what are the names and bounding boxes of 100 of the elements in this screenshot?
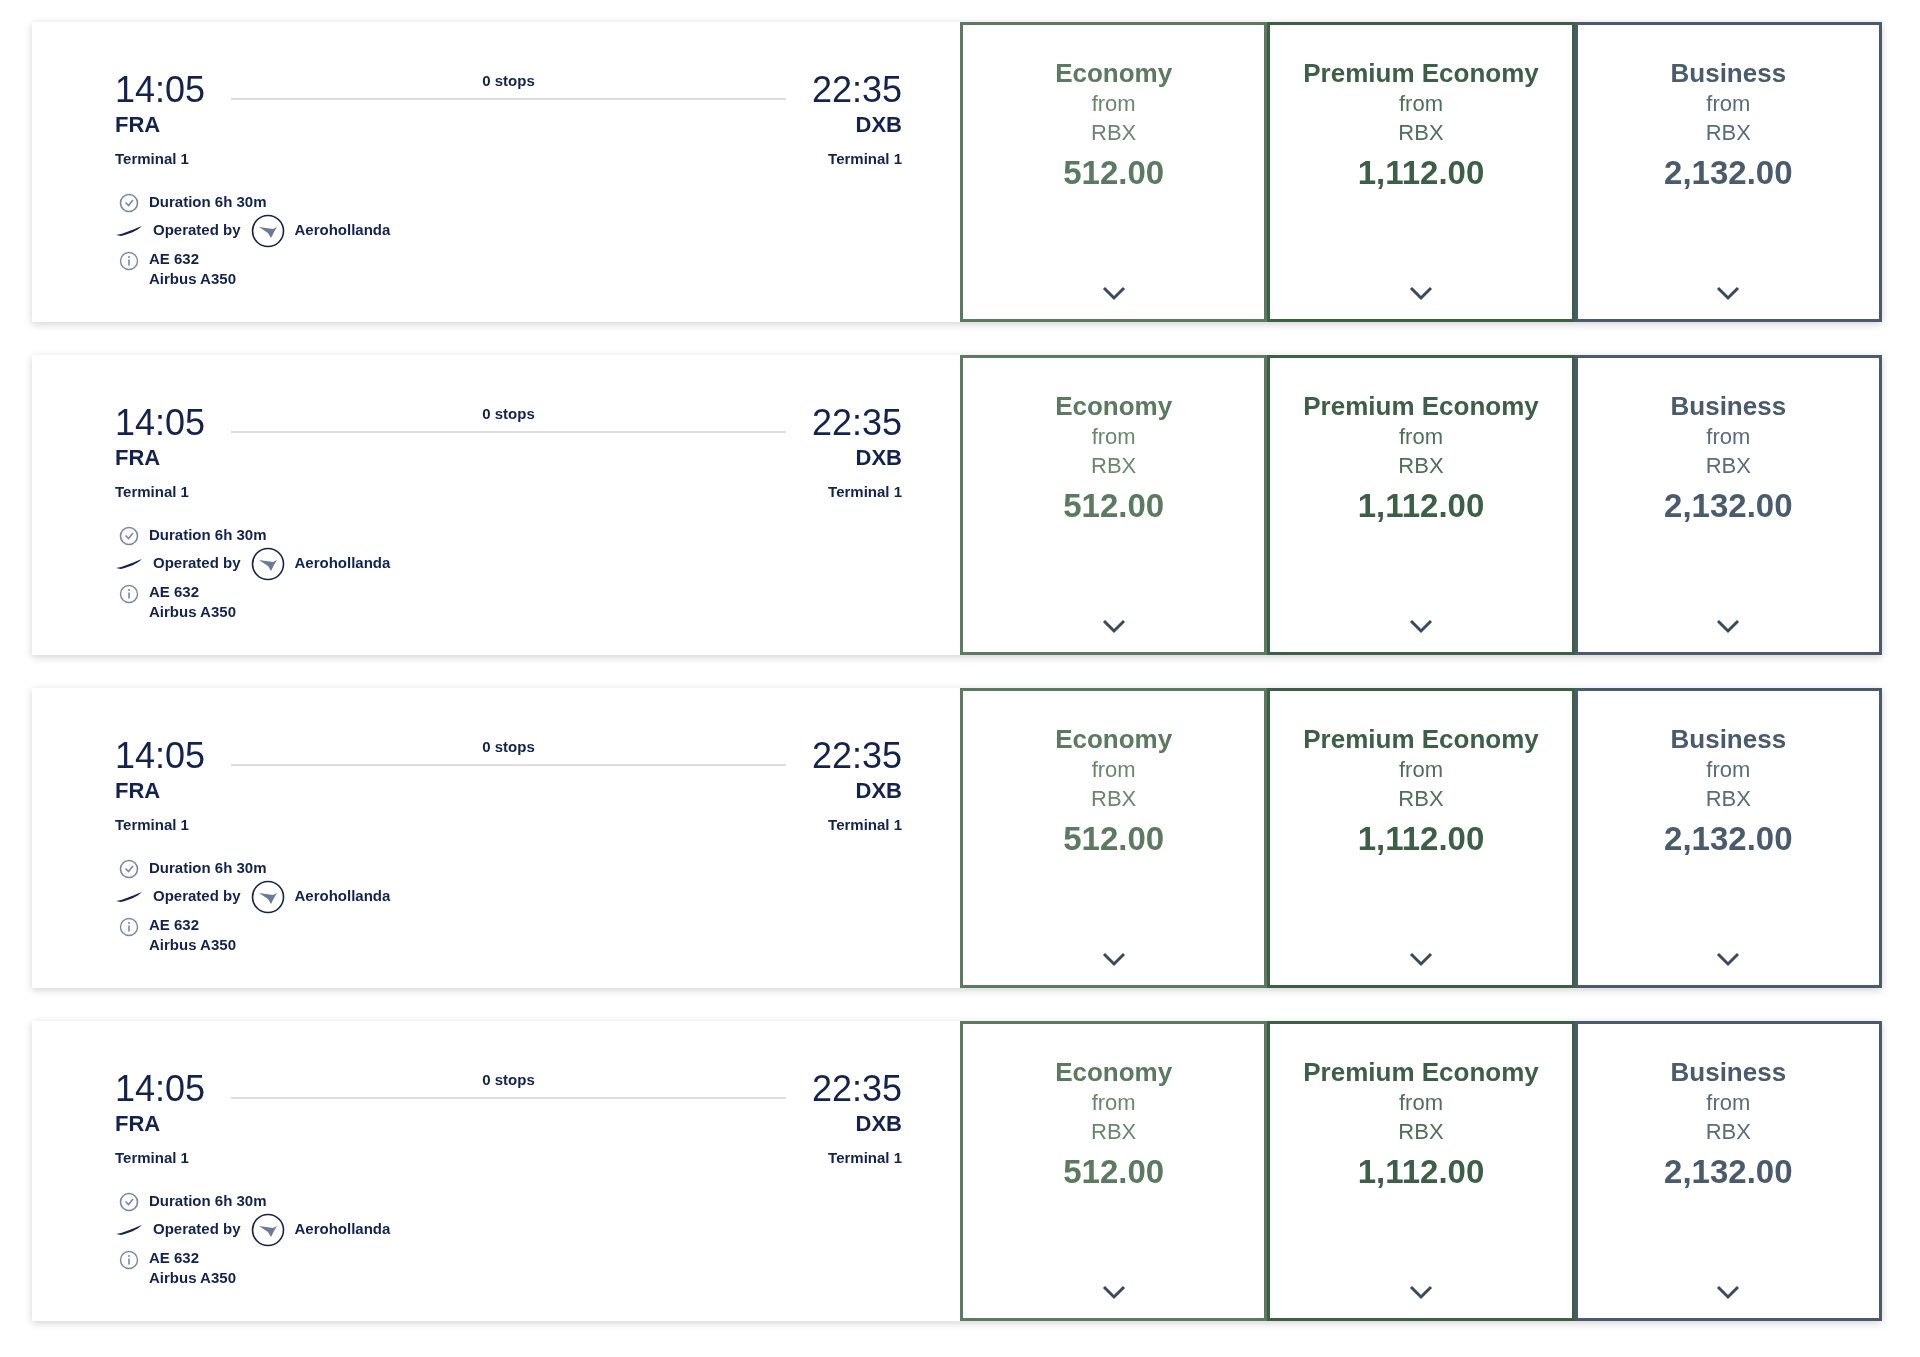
departure-terminal: Terminal 1 xyxy=(115,1148,190,1168)
airline-logo-icon xyxy=(250,213,285,248)
departure-terminal: Terminal 1 xyxy=(115,482,190,502)
fare-option[interactable]: Premium Economy from RBX 1,112.00 xyxy=(1267,688,1575,988)
fare-price: 2,132.00 xyxy=(1664,819,1793,859)
from-label: from xyxy=(1399,1089,1443,1117)
airline-name: Aerohollanda xyxy=(294,1219,391,1240)
arrival-terminal: Terminal 1 xyxy=(828,482,902,502)
departure-airport: FRA xyxy=(115,111,162,139)
fare-price: 1,112.00 xyxy=(1357,819,1485,859)
fare-price: 512.00 xyxy=(1063,153,1165,193)
flight-duration: Duration 6h 30m xyxy=(149,525,267,546)
operated-by-label: Operated by xyxy=(153,1219,241,1240)
departure-time: 14:05 xyxy=(115,70,206,110)
currency: RBX xyxy=(1398,119,1444,147)
chevron-down-icon xyxy=(1715,1284,1742,1300)
arrival-airport: DXB xyxy=(855,1110,902,1138)
departure-time: 14:05 xyxy=(115,403,206,443)
from-label: from xyxy=(1091,1089,1136,1117)
fare-option[interactable]: Premium Economy from RBX 1,112.00 xyxy=(1267,22,1575,322)
cabin-class: Economy xyxy=(1055,723,1173,755)
airline-name: Aerohollanda xyxy=(294,553,391,574)
currency: RBX xyxy=(1398,785,1444,813)
fare-option[interactable]: Business from RBX 2,132.00 xyxy=(1574,355,1882,655)
from-label: from xyxy=(1091,756,1136,784)
info-icon xyxy=(119,250,139,271)
departure-airport: FRA xyxy=(115,777,162,805)
from-label: from xyxy=(1706,90,1751,118)
fare-price: 512.00 xyxy=(1063,486,1165,526)
chevron-down-icon xyxy=(1408,618,1434,634)
chevron-down-icon xyxy=(1408,1284,1434,1300)
flight-number: AE 632 xyxy=(149,248,201,269)
airline-logo-icon xyxy=(250,546,285,581)
fare-price: 2,132.00 xyxy=(1664,486,1793,526)
currency: RBX xyxy=(1705,452,1751,480)
fare-option[interactable]: Premium Economy from RBX 1,112.00 xyxy=(1267,1021,1575,1321)
currency: RBX xyxy=(1091,452,1137,480)
currency: RBX xyxy=(1705,785,1751,813)
aircraft-type: Airbus A350 xyxy=(149,268,236,289)
cabin-class: Premium Economy xyxy=(1303,1056,1539,1088)
operated-by-label: Operated by xyxy=(153,886,241,907)
from-label: from xyxy=(1706,756,1751,784)
cabin-class: Economy xyxy=(1055,57,1173,89)
operated-by-label: Operated by xyxy=(153,553,241,574)
chevron-down-icon xyxy=(1100,1284,1127,1300)
from-label: from xyxy=(1399,423,1443,451)
fare-price: 2,132.00 xyxy=(1664,153,1793,193)
arrival-time: 22:35 xyxy=(811,736,902,776)
fare-option[interactable]: Business from RBX 2,132.00 xyxy=(1574,1021,1882,1321)
arrival-terminal: Terminal 1 xyxy=(828,149,902,169)
chevron-down-icon xyxy=(1100,618,1127,634)
flight-duration: Duration 6h 30m xyxy=(149,1191,267,1212)
fare-option[interactable]: Business from RBX 2,132.00 xyxy=(1574,688,1882,988)
airline-logo-icon xyxy=(250,1212,285,1247)
info-icon xyxy=(119,916,139,937)
from-label: from xyxy=(1091,423,1136,451)
fare-option[interactable]: Premium Economy from RBX 1,112.00 xyxy=(1267,355,1575,655)
fare-price: 512.00 xyxy=(1063,1152,1165,1192)
arrival-airport: DXB xyxy=(855,444,902,472)
chevron-down-icon xyxy=(1408,285,1434,301)
cabin-class: Business xyxy=(1670,723,1787,755)
from-label: from xyxy=(1091,90,1136,118)
currency: RBX xyxy=(1398,452,1444,480)
flight-number: AE 632 xyxy=(149,914,201,935)
cabin-class: Premium Economy xyxy=(1303,57,1539,89)
aircraft-type: Airbus A350 xyxy=(149,934,236,955)
currency: RBX xyxy=(1091,1118,1137,1146)
aircraft-type: Airbus A350 xyxy=(149,601,236,622)
chevron-down-icon xyxy=(1715,951,1742,967)
fare-price: 512.00 xyxy=(1063,819,1165,859)
cabin-class: Premium Economy xyxy=(1303,723,1539,755)
departure-time: 14:05 xyxy=(115,1069,206,1109)
from-label: from xyxy=(1706,1089,1751,1117)
currency: RBX xyxy=(1705,1118,1751,1146)
departure-airport: FRA xyxy=(115,1110,162,1138)
flight-number: AE 632 xyxy=(149,1247,201,1268)
flight-number: AE 632 xyxy=(149,581,201,602)
fare-option[interactable]: Economy from RBX 512.00 xyxy=(960,1021,1268,1321)
currency: RBX xyxy=(1705,119,1751,147)
chevron-down-icon xyxy=(1100,951,1127,967)
departure-time: 14:05 xyxy=(115,736,206,776)
currency: RBX xyxy=(1091,119,1137,147)
fare-option[interactable]: Economy from RBX 512.00 xyxy=(960,355,1268,655)
fare-price: 1,112.00 xyxy=(1357,486,1485,526)
fare-option[interactable]: Economy from RBX 512.00 xyxy=(960,688,1268,988)
flight-duration: Duration 6h 30m xyxy=(149,858,267,879)
fare-price: 2,132.00 xyxy=(1664,1152,1793,1192)
airline-name: Aerohollanda xyxy=(294,886,391,907)
airline-name: Aerohollanda xyxy=(294,220,391,241)
flight-duration: Duration 6h 30m xyxy=(149,192,267,213)
cabin-class: Business xyxy=(1670,1056,1787,1088)
fare-price: 1,112.00 xyxy=(1357,1152,1485,1192)
airline-logo-icon xyxy=(250,879,285,914)
fare-option[interactable]: Economy from RBX 512.00 xyxy=(960,22,1268,322)
operated-by-label: Operated by xyxy=(153,220,241,241)
cabin-class: Economy xyxy=(1055,1056,1173,1088)
chevron-down-icon xyxy=(1715,618,1742,634)
fare-option[interactable]: Business from RBX 2,132.00 xyxy=(1574,22,1882,322)
chevron-down-icon xyxy=(1408,951,1434,967)
currency: RBX xyxy=(1398,1118,1444,1146)
